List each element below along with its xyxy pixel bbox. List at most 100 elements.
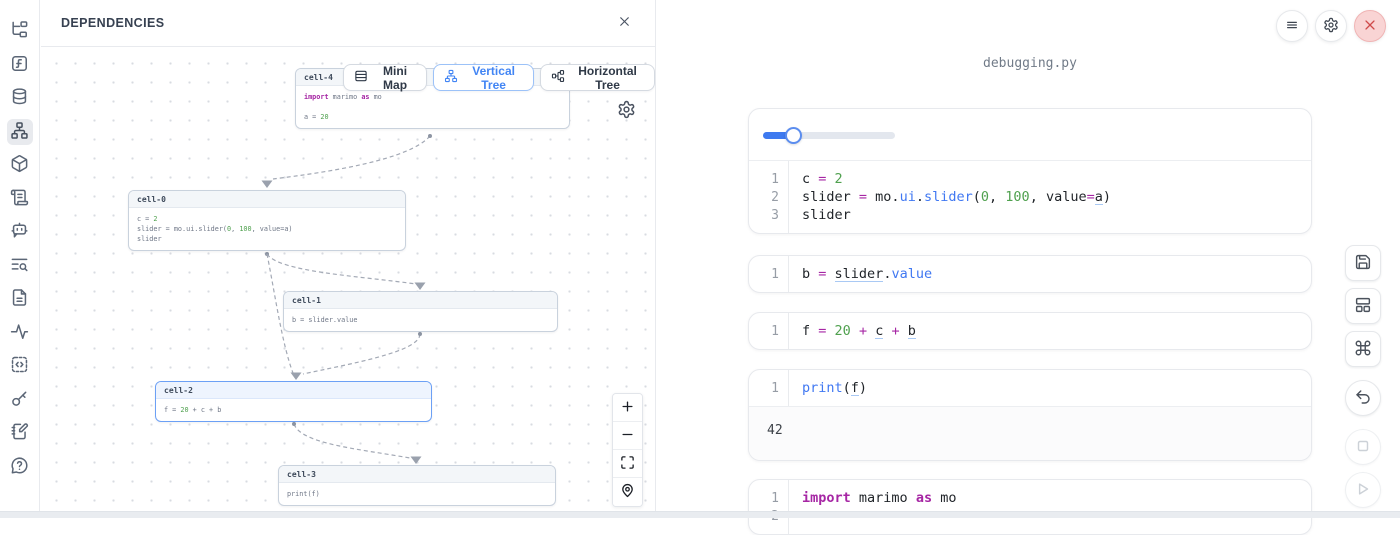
keyboard-shortcuts-button[interactable]	[1345, 331, 1381, 367]
dependencies-panel-title: DEPENDENCIES	[61, 16, 613, 30]
fit-view-button[interactable]	[613, 450, 642, 478]
run-button	[1345, 472, 1381, 508]
text-search-icon	[10, 255, 29, 277]
undo-icon	[1354, 388, 1372, 409]
save-icon	[1354, 253, 1372, 274]
graph-node-code: import marimo as mo a = 20	[296, 86, 569, 128]
settings-button[interactable]	[1315, 10, 1347, 42]
maximize-icon	[620, 455, 635, 473]
minus-icon	[620, 427, 635, 445]
layout-button[interactable]	[1345, 288, 1381, 324]
cell-code-editor[interactable]: 1b = slider.value	[749, 256, 1311, 292]
graph-node-cell-0[interactable]: cell-0c = 2slider = mo.ui.slider(0, 100,…	[128, 190, 406, 251]
dependency-graph-canvas[interactable]: cell-4import marimo as mo a = 20cell-0c …	[41, 48, 655, 512]
cell-code-editor[interactable]: 1f = 20 + c + b	[749, 313, 1311, 349]
undo-button[interactable]	[1345, 380, 1381, 416]
notebook-cell-slider-cell: 1c = 22slider = mo.ui.slider(0, 100, val…	[748, 108, 1312, 234]
vertical-tree-label: Vertical Tree	[464, 64, 523, 92]
graph-node-title: cell-3	[279, 466, 555, 483]
command-icon	[1354, 339, 1372, 360]
menu-button[interactable]	[1276, 10, 1308, 42]
vertical-tree-icon	[444, 69, 458, 86]
gear-icon	[1323, 17, 1339, 36]
horizontal-tree-button[interactable]: Horizontal Tree	[540, 64, 655, 91]
stop-icon	[1354, 437, 1372, 458]
code-snippet-icon	[10, 355, 29, 377]
graph-node-code: c = 2slider = mo.ui.slider(0, 100, value…	[129, 208, 405, 250]
sidebar-item-scroll-text[interactable]	[7, 186, 33, 212]
locate-button[interactable]	[613, 478, 642, 506]
scroll-text-icon	[10, 188, 29, 210]
slider-widget[interactable]	[763, 126, 895, 144]
graph-node-cell-3[interactable]: cell-3print(f)	[278, 465, 556, 506]
layout-icon	[1354, 296, 1372, 317]
save-button[interactable]	[1345, 245, 1381, 281]
code-line: c = 2	[788, 171, 843, 187]
bottom-edge-strip	[0, 511, 1400, 518]
line-number: 1	[749, 491, 788, 506]
code-line: b = slider.value	[788, 266, 932, 282]
cell-console-output: 42	[749, 406, 1311, 460]
cell-output-slider	[749, 109, 1311, 161]
chat-bot-icon	[10, 221, 29, 243]
zoom-out-button[interactable]	[613, 422, 642, 450]
cell-code-editor[interactable]: 1import marimo as mo2	[749, 480, 1311, 534]
graph-view-toolbar: Mini Map Vertical Tree Horizontal Tree	[343, 64, 655, 91]
line-number: 1	[749, 172, 788, 187]
graph-node-code: b = slider.value	[284, 309, 557, 331]
notebook-top-actions	[1276, 10, 1386, 42]
graph-node-cell-1[interactable]: cell-1b = slider.value	[283, 291, 558, 332]
file-tree-icon	[10, 20, 29, 42]
map-pin-icon	[620, 483, 635, 501]
zoom-in-button[interactable]	[613, 394, 642, 422]
sidebar-item-file-tree[interactable]	[7, 18, 33, 44]
sidebar-item-package-box[interactable]	[7, 152, 33, 178]
mini-map-button[interactable]: Mini Map	[343, 64, 427, 91]
dependencies-panel: DEPENDENCIES cell-4import marimo as mo a…	[41, 0, 656, 512]
graph-node-code: f = 20 + c + b	[156, 399, 431, 421]
code-line: slider	[788, 207, 851, 223]
line-number: 1	[749, 267, 788, 282]
notebook-cell-f-cell: 1f = 20 + c + b	[748, 312, 1312, 350]
dependency-graph-icon	[10, 121, 29, 143]
line-number: 3	[749, 208, 788, 223]
code-line: print(f)	[788, 380, 867, 396]
sidebar-item-database[interactable]	[7, 85, 33, 111]
sidebar-item-function-square[interactable]	[7, 52, 33, 78]
run-icon	[1354, 480, 1372, 501]
activity-icon	[10, 322, 29, 344]
gear-icon	[617, 107, 636, 122]
menu-icon	[1284, 17, 1300, 36]
mini-map-label: Mini Map	[374, 64, 416, 92]
horizontal-tree-icon	[551, 69, 565, 86]
sidebar-item-chat-bot[interactable]	[7, 219, 33, 245]
sidebar-item-dependency-graph[interactable]	[7, 119, 33, 145]
graph-node-title: cell-2	[156, 382, 431, 399]
shutdown-button[interactable]	[1354, 10, 1386, 42]
notebook-side-actions	[1345, 245, 1381, 515]
sidebar-item-help-chat[interactable]	[7, 454, 33, 480]
sidebar-item-activity[interactable]	[7, 320, 33, 346]
graph-settings-button[interactable]	[615, 100, 637, 122]
cell-code-editor[interactable]: 1print(f)	[749, 370, 1311, 406]
dependencies-close-button[interactable]	[613, 12, 635, 34]
notebook-cell-print-cell: 1print(f)42	[748, 369, 1312, 461]
graph-node-title: cell-0	[129, 191, 405, 208]
sidebar-item-file-text[interactable]	[7, 286, 33, 312]
stop-button	[1345, 429, 1381, 465]
cell-code-editor[interactable]: 1c = 22slider = mo.ui.slider(0, 100, val…	[749, 161, 1311, 233]
sidebar-item-text-search[interactable]	[7, 253, 33, 279]
sidebar-item-key[interactable]	[7, 387, 33, 413]
vertical-tree-button[interactable]: Vertical Tree	[433, 64, 534, 91]
sidebar-item-code-snippet[interactable]	[7, 353, 33, 379]
close-icon	[617, 14, 632, 32]
slider-handle[interactable]	[785, 127, 802, 144]
code-line: f = 20 + c + b	[788, 323, 916, 339]
graph-node-cell-2[interactable]: cell-2f = 20 + c + b	[155, 381, 432, 422]
sidebar-icon-rail	[0, 0, 40, 512]
code-line: slider = mo.ui.slider(0, 100, value=a)	[788, 189, 1111, 205]
dependencies-panel-header: DEPENDENCIES	[41, 0, 655, 47]
graph-node-code: print(f)	[279, 483, 555, 505]
sidebar-item-notebook-pen[interactable]	[7, 420, 33, 446]
plus-icon	[620, 399, 635, 417]
